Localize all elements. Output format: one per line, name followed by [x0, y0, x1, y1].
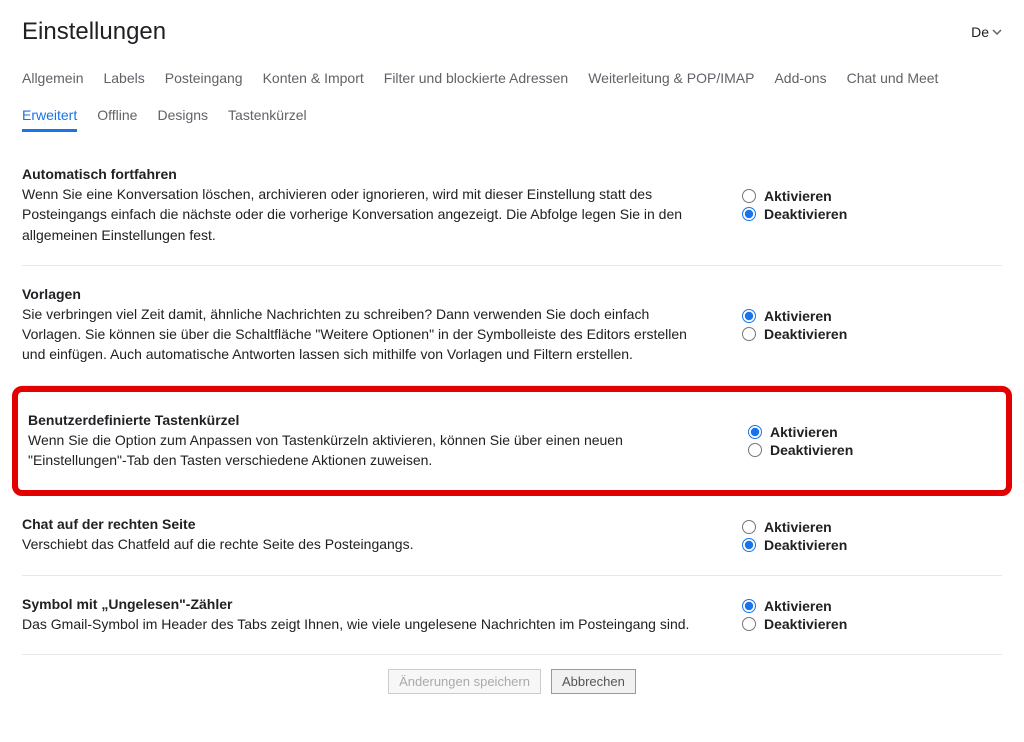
radio-label-deactivate[interactable]: Deaktivieren	[764, 326, 847, 342]
section-desc: Verschiebt das Chatfeld auf die rechte S…	[22, 534, 712, 554]
tabs-row-1: Allgemein Labels Posteingang Konten & Im…	[22, 64, 1002, 95]
radio-custom-shortcuts-activate[interactable]	[748, 425, 762, 439]
radio-unread-icon-activate[interactable]	[742, 599, 756, 613]
section-unread-icon: Symbol mit „Ungelesen"-Zähler Das Gmail-…	[22, 576, 1002, 655]
section-auto-advance: Automatisch fortfahren Wenn Sie eine Kon…	[22, 146, 1002, 266]
section-desc: Das Gmail-Symbol im Header des Tabs zeig…	[22, 614, 712, 634]
section-desc: Sie verbringen viel Zeit damit, ähnliche…	[22, 304, 712, 365]
radio-label-activate[interactable]: Aktivieren	[764, 519, 832, 535]
tab-posteingang[interactable]: Posteingang	[165, 64, 243, 95]
page-title: Einstellungen	[22, 18, 166, 46]
radio-auto-advance-deactivate[interactable]	[742, 207, 756, 221]
section-title: Automatisch fortfahren	[22, 166, 712, 182]
radio-label-deactivate[interactable]: Deaktivieren	[764, 206, 847, 222]
radio-label-activate[interactable]: Aktivieren	[764, 188, 832, 204]
tab-designs[interactable]: Designs	[157, 101, 208, 132]
footer-buttons: Änderungen speichern Abbrechen	[22, 655, 1002, 694]
radio-chat-right-activate[interactable]	[742, 520, 756, 534]
tab-erweitert[interactable]: Erweitert	[22, 101, 77, 132]
section-templates: Vorlagen Sie verbringen viel Zeit damit,…	[22, 266, 1002, 386]
radio-label-activate[interactable]: Aktivieren	[764, 308, 832, 324]
highlight-box: Benutzerdefinierte Tastenkürzel Wenn Sie…	[12, 386, 1012, 497]
language-label: De	[971, 24, 989, 40]
tab-allgemein[interactable]: Allgemein	[22, 64, 83, 95]
radio-templates-activate[interactable]	[742, 309, 756, 323]
radio-label-deactivate[interactable]: Deaktivieren	[770, 442, 853, 458]
section-title: Vorlagen	[22, 286, 712, 302]
radio-templates-deactivate[interactable]	[742, 327, 756, 341]
section-desc: Wenn Sie die Option zum Anpassen von Tas…	[28, 430, 718, 471]
cancel-button[interactable]: Abbrechen	[551, 669, 636, 694]
radio-custom-shortcuts-deactivate[interactable]	[748, 443, 762, 457]
save-button: Änderungen speichern	[388, 669, 541, 694]
section-title: Benutzerdefinierte Tastenkürzel	[28, 412, 718, 428]
radio-auto-advance-activate[interactable]	[742, 189, 756, 203]
radio-unread-icon-deactivate[interactable]	[742, 617, 756, 631]
tab-labels[interactable]: Labels	[103, 64, 144, 95]
section-title: Chat auf der rechten Seite	[22, 516, 712, 532]
language-selector[interactable]: De	[971, 24, 1002, 40]
radio-label-deactivate[interactable]: Deaktivieren	[764, 616, 847, 632]
tab-filter-blockierte[interactable]: Filter und blockierte Adressen	[384, 64, 568, 95]
tab-weiterleitung-pop-imap[interactable]: Weiterleitung & POP/IMAP	[588, 64, 754, 95]
tabs-row-2: Erweitert Offline Designs Tastenkürzel	[22, 101, 1002, 132]
radio-label-deactivate[interactable]: Deaktivieren	[764, 537, 847, 553]
tab-konten-import[interactable]: Konten & Import	[263, 64, 364, 95]
tabs-container: Allgemein Labels Posteingang Konten & Im…	[22, 64, 1002, 132]
section-custom-shortcuts: Benutzerdefinierte Tastenkürzel Wenn Sie…	[22, 396, 1002, 487]
radio-label-activate[interactable]: Aktivieren	[764, 598, 832, 614]
radio-chat-right-deactivate[interactable]	[742, 538, 756, 552]
tab-tastenkuerzel[interactable]: Tastenkürzel	[228, 101, 307, 132]
section-title: Symbol mit „Ungelesen"-Zähler	[22, 596, 712, 612]
tab-addons[interactable]: Add-ons	[774, 64, 826, 95]
tab-chat-meet[interactable]: Chat und Meet	[847, 64, 939, 95]
section-desc: Wenn Sie eine Konversation löschen, arch…	[22, 184, 712, 245]
section-chat-right: Chat auf der rechten Seite Verschiebt da…	[22, 496, 1002, 575]
radio-label-activate[interactable]: Aktivieren	[770, 424, 838, 440]
chevron-down-icon	[992, 27, 1002, 37]
tab-offline[interactable]: Offline	[97, 101, 137, 132]
